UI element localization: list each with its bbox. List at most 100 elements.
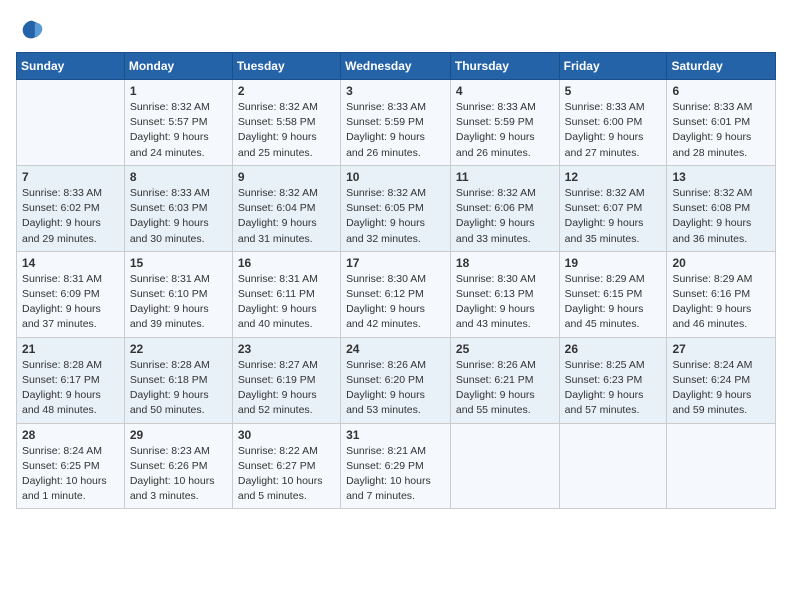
day-info: Sunrise: 8:33 AM Sunset: 6:02 PM Dayligh… <box>22 186 119 247</box>
calendar-cell: 4 Sunrise: 8:33 AM Sunset: 5:59 PM Daylig… <box>450 80 559 166</box>
weekday-header-tuesday: Tuesday <box>232 53 340 80</box>
day-number: 23 <box>238 342 335 356</box>
calendar-cell: 11Sunrise: 8:32 AM Sunset: 6:06 PM Dayli… <box>450 165 559 251</box>
calendar-cell: 7Sunrise: 8:33 AM Sunset: 6:02 PM Daylig… <box>17 165 125 251</box>
calendar-cell: 31 Sunrise: 8:21 AM Sunset: 6:29 PM Dayli… <box>341 423 451 509</box>
day-info: Sunrise: 8:30 AM Sunset: 6:12 PM Dayligh… <box>346 272 445 333</box>
calendar-week-row: 28Sunrise: 8:24 AM Sunset: 6:25 PM Dayli… <box>17 423 776 509</box>
day-number: 8 <box>130 170 227 184</box>
day-number: 31 <box>346 428 445 442</box>
calendar-cell: 22 Sunrise: 8:28 AM Sunset: 6:18 PM Dayli… <box>124 337 232 423</box>
calendar-cell: 3 Sunrise: 8:33 AM Sunset: 5:59 PM Daylig… <box>341 80 451 166</box>
calendar-cell <box>559 423 667 509</box>
day-number: 20 <box>672 256 770 270</box>
calendar-table: SundayMondayTuesdayWednesdayThursdayFrid… <box>16 52 776 509</box>
calendar-cell: 14Sunrise: 8:31 AM Sunset: 6:09 PM Dayli… <box>17 251 125 337</box>
day-info: Sunrise: 8:32 AM Sunset: 6:08 PM Dayligh… <box>672 186 770 247</box>
weekday-header-thursday: Thursday <box>450 53 559 80</box>
weekday-header-sunday: Sunday <box>17 53 125 80</box>
calendar-cell: 9 Sunrise: 8:32 AM Sunset: 6:04 PM Daylig… <box>232 165 340 251</box>
page-header <box>16 16 776 44</box>
day-info: Sunrise: 8:26 AM Sunset: 6:21 PM Dayligh… <box>456 358 554 419</box>
day-info: Sunrise: 8:24 AM Sunset: 6:24 PM Dayligh… <box>672 358 770 419</box>
day-number: 27 <box>672 342 770 356</box>
day-number: 25 <box>456 342 554 356</box>
calendar-cell: 5 Sunrise: 8:33 AM Sunset: 6:00 PM Daylig… <box>559 80 667 166</box>
day-info: Sunrise: 8:32 AM Sunset: 5:58 PM Dayligh… <box>238 100 335 161</box>
calendar-cell: 25 Sunrise: 8:26 AM Sunset: 6:21 PM Dayli… <box>450 337 559 423</box>
calendar-cell: 28Sunrise: 8:24 AM Sunset: 6:25 PM Dayli… <box>17 423 125 509</box>
calendar-cell: 12 Sunrise: 8:32 AM Sunset: 6:07 PM Dayli… <box>559 165 667 251</box>
day-number: 2 <box>238 84 335 98</box>
day-number: 17 <box>346 256 445 270</box>
day-info: Sunrise: 8:31 AM Sunset: 6:10 PM Dayligh… <box>130 272 227 333</box>
calendar-cell: 10Sunrise: 8:32 AM Sunset: 6:05 PM Dayli… <box>341 165 451 251</box>
day-info: Sunrise: 8:28 AM Sunset: 6:18 PM Dayligh… <box>130 358 227 419</box>
day-number: 26 <box>565 342 662 356</box>
day-info: Sunrise: 8:33 AM Sunset: 6:00 PM Dayligh… <box>565 100 662 161</box>
weekday-header-row: SundayMondayTuesdayWednesdayThursdayFrid… <box>17 53 776 80</box>
day-info: Sunrise: 8:32 AM Sunset: 6:05 PM Dayligh… <box>346 186 445 247</box>
calendar-cell: 16Sunrise: 8:31 AM Sunset: 6:11 PM Dayli… <box>232 251 340 337</box>
calendar-cell: 29 Sunrise: 8:23 AM Sunset: 6:26 PM Dayli… <box>124 423 232 509</box>
day-info: Sunrise: 8:29 AM Sunset: 6:15 PM Dayligh… <box>565 272 662 333</box>
calendar-cell: 6 Sunrise: 8:33 AM Sunset: 6:01 PM Daylig… <box>667 80 776 166</box>
calendar-cell: 20 Sunrise: 8:29 AM Sunset: 6:16 PM Dayli… <box>667 251 776 337</box>
weekday-header-monday: Monday <box>124 53 232 80</box>
day-info: Sunrise: 8:27 AM Sunset: 6:19 PM Dayligh… <box>238 358 335 419</box>
day-number: 24 <box>346 342 445 356</box>
calendar-cell: 1 Sunrise: 8:32 AM Sunset: 5:57 PM Daylig… <box>124 80 232 166</box>
calendar-cell: 19 Sunrise: 8:29 AM Sunset: 6:15 PM Dayli… <box>559 251 667 337</box>
weekday-header-saturday: Saturday <box>667 53 776 80</box>
logo <box>16 16 46 44</box>
calendar-cell: 17 Sunrise: 8:30 AM Sunset: 6:12 PM Dayli… <box>341 251 451 337</box>
day-number: 5 <box>565 84 662 98</box>
day-info: Sunrise: 8:33 AM Sunset: 5:59 PM Dayligh… <box>456 100 554 161</box>
day-info: Sunrise: 8:22 AM Sunset: 6:27 PM Dayligh… <box>238 444 335 505</box>
calendar-cell: 23 Sunrise: 8:27 AM Sunset: 6:19 PM Dayli… <box>232 337 340 423</box>
day-info: Sunrise: 8:32 AM Sunset: 6:04 PM Dayligh… <box>238 186 335 247</box>
day-number: 12 <box>565 170 662 184</box>
day-number: 19 <box>565 256 662 270</box>
day-number: 1 <box>130 84 227 98</box>
day-info: Sunrise: 8:31 AM Sunset: 6:11 PM Dayligh… <box>238 272 335 333</box>
calendar-week-row: 1 Sunrise: 8:32 AM Sunset: 5:57 PM Daylig… <box>17 80 776 166</box>
weekday-header-wednesday: Wednesday <box>341 53 451 80</box>
day-info: Sunrise: 8:33 AM Sunset: 6:03 PM Dayligh… <box>130 186 227 247</box>
day-info: Sunrise: 8:33 AM Sunset: 6:01 PM Dayligh… <box>672 100 770 161</box>
day-info: Sunrise: 8:28 AM Sunset: 6:17 PM Dayligh… <box>22 358 119 419</box>
day-info: Sunrise: 8:23 AM Sunset: 6:26 PM Dayligh… <box>130 444 227 505</box>
calendar-cell: 18Sunrise: 8:30 AM Sunset: 6:13 PM Dayli… <box>450 251 559 337</box>
calendar-body: 1 Sunrise: 8:32 AM Sunset: 5:57 PM Daylig… <box>17 80 776 509</box>
weekday-header-friday: Friday <box>559 53 667 80</box>
logo-icon <box>18 16 46 44</box>
day-info: Sunrise: 8:25 AM Sunset: 6:23 PM Dayligh… <box>565 358 662 419</box>
day-number: 28 <box>22 428 119 442</box>
day-number: 29 <box>130 428 227 442</box>
calendar-cell <box>17 80 125 166</box>
calendar-week-row: 14Sunrise: 8:31 AM Sunset: 6:09 PM Dayli… <box>17 251 776 337</box>
day-number: 6 <box>672 84 770 98</box>
day-info: Sunrise: 8:29 AM Sunset: 6:16 PM Dayligh… <box>672 272 770 333</box>
day-number: 30 <box>238 428 335 442</box>
day-number: 4 <box>456 84 554 98</box>
calendar-cell: 30 Sunrise: 8:22 AM Sunset: 6:27 PM Dayli… <box>232 423 340 509</box>
day-info: Sunrise: 8:31 AM Sunset: 6:09 PM Dayligh… <box>22 272 119 333</box>
day-info: Sunrise: 8:21 AM Sunset: 6:29 PM Dayligh… <box>346 444 445 505</box>
day-info: Sunrise: 8:32 AM Sunset: 5:57 PM Dayligh… <box>130 100 227 161</box>
calendar-header: SundayMondayTuesdayWednesdayThursdayFrid… <box>17 53 776 80</box>
day-info: Sunrise: 8:32 AM Sunset: 6:07 PM Dayligh… <box>565 186 662 247</box>
day-info: Sunrise: 8:33 AM Sunset: 5:59 PM Dayligh… <box>346 100 445 161</box>
calendar-cell: 2 Sunrise: 8:32 AM Sunset: 5:58 PM Daylig… <box>232 80 340 166</box>
day-info: Sunrise: 8:32 AM Sunset: 6:06 PM Dayligh… <box>456 186 554 247</box>
calendar-cell: 8 Sunrise: 8:33 AM Sunset: 6:03 PM Daylig… <box>124 165 232 251</box>
day-number: 22 <box>130 342 227 356</box>
calendar-cell: 27 Sunrise: 8:24 AM Sunset: 6:24 PM Dayli… <box>667 337 776 423</box>
day-number: 3 <box>346 84 445 98</box>
day-number: 9 <box>238 170 335 184</box>
calendar-cell: 15Sunrise: 8:31 AM Sunset: 6:10 PM Dayli… <box>124 251 232 337</box>
day-number: 21 <box>22 342 119 356</box>
day-info: Sunrise: 8:26 AM Sunset: 6:20 PM Dayligh… <box>346 358 445 419</box>
calendar-cell: 24 Sunrise: 8:26 AM Sunset: 6:20 PM Dayli… <box>341 337 451 423</box>
calendar-week-row: 21 Sunrise: 8:28 AM Sunset: 6:17 PM Dayli… <box>17 337 776 423</box>
